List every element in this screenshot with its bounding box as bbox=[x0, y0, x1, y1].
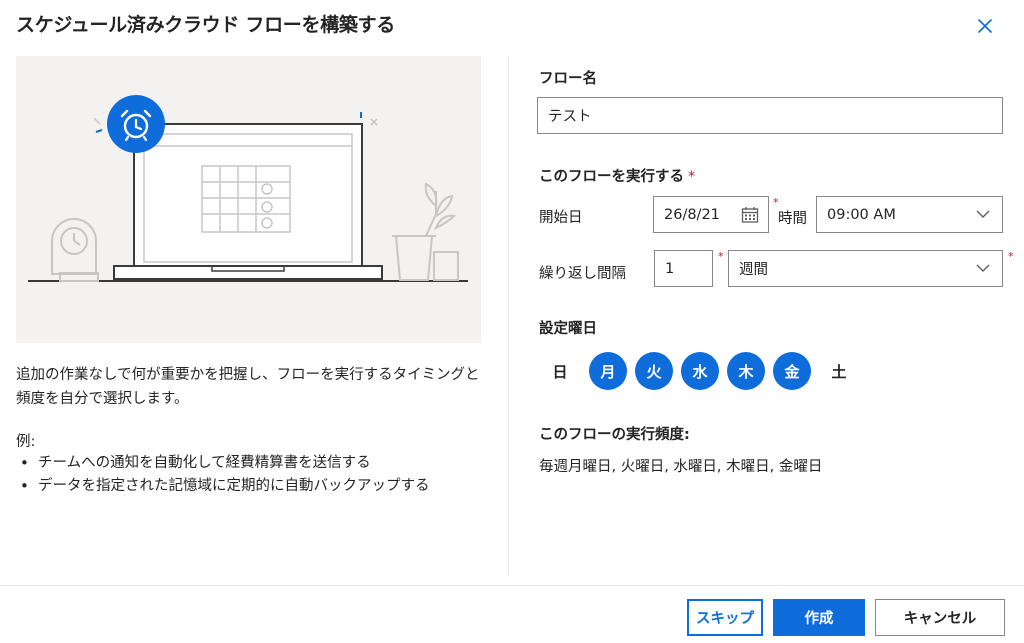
repeat-count-input[interactable] bbox=[654, 250, 713, 287]
weekday-saturday[interactable]: 土 bbox=[820, 352, 858, 390]
description-text: 追加の作業なしで何が重要かを把握し、フローを実行するタイミングと頻度を自分で選択… bbox=[16, 367, 480, 407]
time-label: 時間 bbox=[778, 211, 807, 227]
list-item: データを指定された記憶域に定期的に自動バックアップする bbox=[20, 475, 430, 498]
dialog-title: スケジュール済みクラウド フローを構築する bbox=[16, 14, 395, 36]
footer-divider bbox=[0, 585, 1024, 586]
example-list: チームへの通知を自動化して経費精算書を送信する データを指定された記憶域に定期的… bbox=[20, 452, 430, 498]
start-date-label: 開始日 bbox=[539, 210, 583, 226]
vertical-divider bbox=[508, 56, 509, 576]
create-button[interactable]: 作成 bbox=[773, 599, 865, 636]
hero-illustration bbox=[16, 56, 481, 343]
required-mark: * bbox=[1008, 250, 1014, 263]
frequency-text: 毎週月曜日, 火曜日, 水曜日, 木曜日, 金曜日 bbox=[539, 459, 823, 475]
skip-button[interactable]: スキップ bbox=[687, 599, 763, 636]
required-mark: * bbox=[688, 169, 696, 185]
weekday-friday[interactable]: 金 bbox=[773, 352, 811, 390]
repeat-unit-value: 週間 bbox=[739, 262, 768, 278]
start-date-value: 26/8/21 bbox=[664, 206, 720, 223]
run-label: このフローを実行する * bbox=[539, 165, 695, 186]
laptop-calendar-illustration bbox=[28, 95, 468, 282]
frequency-label: このフローの実行頻度: bbox=[539, 427, 690, 443]
time-value: 09:00 AM bbox=[827, 206, 896, 223]
repeat-label: 繰り返し間隔 bbox=[539, 266, 626, 282]
required-mark: * bbox=[718, 250, 724, 263]
left-pane: 追加の作業なしで何が重要かを把握し、フローを実行するタイミングと頻度を自分で選択… bbox=[0, 56, 508, 576]
list-item: チームへの通知を自動化して経費精算書を送信する bbox=[20, 452, 430, 475]
flow-name-input[interactable] bbox=[537, 97, 1003, 134]
weekday-sunday[interactable]: 日 bbox=[541, 352, 579, 390]
start-date-picker[interactable]: 26/8/21 bbox=[653, 196, 769, 233]
flow-name-label: フロー名 bbox=[539, 71, 597, 87]
weekday-tuesday[interactable]: 火 bbox=[635, 352, 673, 390]
calendar-icon[interactable] bbox=[741, 206, 759, 224]
time-dropdown[interactable]: 09:00 AM bbox=[816, 196, 1003, 233]
example-label: 例: bbox=[16, 434, 36, 450]
close-icon[interactable] bbox=[977, 18, 993, 34]
chevron-down-icon bbox=[976, 210, 990, 218]
weekday-wednesday[interactable]: 水 bbox=[681, 352, 719, 390]
weekday-monday[interactable]: 月 bbox=[589, 352, 627, 390]
weekday-label: 設定曜日 bbox=[539, 321, 597, 337]
close-button[interactable] bbox=[971, 12, 999, 40]
chevron-down-icon bbox=[976, 264, 990, 272]
weekday-thursday[interactable]: 木 bbox=[727, 352, 765, 390]
run-label-text: このフローを実行する bbox=[539, 169, 684, 185]
repeat-unit-dropdown[interactable]: 週間 bbox=[728, 250, 1003, 287]
cancel-button[interactable]: キャンセル bbox=[875, 599, 1005, 636]
